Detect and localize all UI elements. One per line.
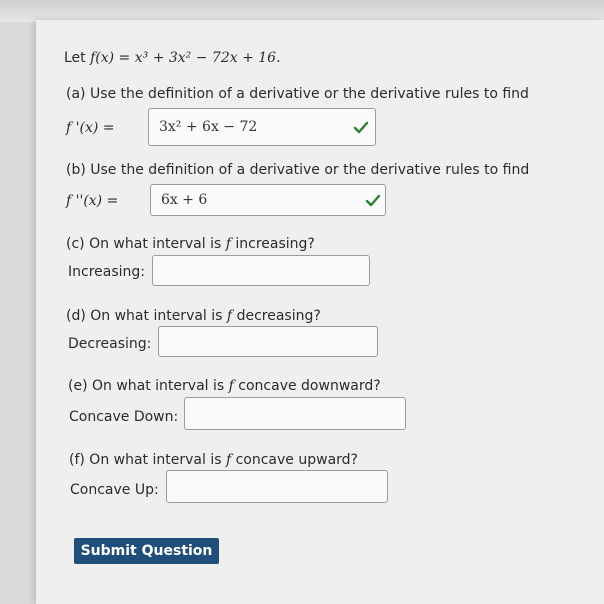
top-band: [0, 0, 604, 22]
checkmark-icon: [353, 121, 369, 134]
part-d-prompt-fn: f: [226, 308, 233, 324]
part-f-prompt-fn: f: [225, 452, 232, 468]
part-a-label: f '(x) =: [66, 120, 115, 136]
part-a-answer: 3x² + 6x − 72: [159, 119, 258, 135]
part-c-prompt: (c) On what interval is f increasing?: [66, 236, 315, 252]
part-f-prompt: (f) On what interval is f concave upward…: [69, 452, 358, 468]
problem-statement: Let f(x) = x³ + 3x² − 72x + 16.: [64, 50, 281, 66]
part-f-prompt-pre: (f) On what interval is: [69, 452, 222, 468]
problem-prefix: Let: [64, 50, 86, 66]
part-e-prompt: (e) On what interval is f concave downwa…: [68, 378, 381, 394]
part-e-label: Concave Down:: [69, 409, 179, 425]
decreasing-input[interactable]: [158, 326, 378, 357]
part-e-prompt-pre: (e) On what interval is: [68, 378, 225, 394]
increasing-input[interactable]: [152, 255, 370, 286]
part-d-label: Decreasing:: [68, 336, 152, 352]
part-d-prompt: (d) On what interval is f decreasing?: [66, 308, 321, 324]
part-d-prompt-pre: (d) On what interval is: [66, 308, 223, 324]
part-a-input[interactable]: 3x² + 6x − 72: [148, 108, 376, 146]
part-c-prompt-post: increasing?: [235, 236, 315, 252]
question-card: Let f(x) = x³ + 3x² − 72x + 16. (a) Use …: [36, 20, 604, 604]
part-f-label: Concave Up:: [70, 482, 159, 498]
submit-question-button[interactable]: Submit Question: [74, 538, 219, 564]
part-c-prompt-pre: (c) On what interval is: [66, 236, 222, 252]
part-e-prompt-post: concave downward?: [238, 378, 381, 394]
part-b-prompt: (b) Use the definition of a derivative o…: [66, 162, 530, 178]
checkmark-icon: [365, 194, 381, 207]
function-definition: f(x) = x³ + 3x² − 72x + 16.: [90, 50, 281, 66]
part-e-prompt-fn: f: [228, 378, 234, 394]
part-b-answer: 6x + 6: [161, 192, 208, 208]
part-a-prompt: (a) Use the definition of a derivative o…: [66, 86, 529, 102]
concave-up-input[interactable]: [166, 470, 388, 503]
concave-down-input[interactable]: [184, 397, 406, 430]
part-f-prompt-post: concave upward?: [235, 452, 358, 468]
part-d-prompt-post: decreasing?: [236, 308, 321, 324]
part-b-input[interactable]: 6x + 6: [150, 184, 386, 216]
part-c-label: Increasing:: [68, 264, 145, 280]
part-c-prompt-fn: f: [225, 236, 231, 252]
part-b-label: f ''(x) =: [66, 193, 119, 209]
